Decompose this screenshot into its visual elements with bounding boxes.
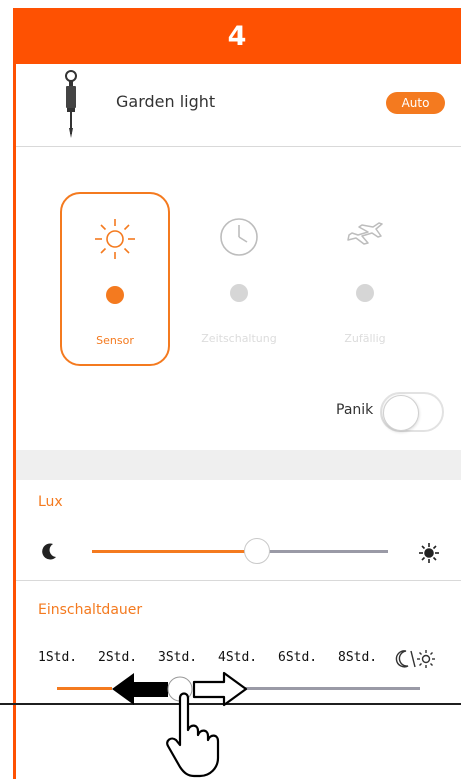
panic-toggle[interactable] xyxy=(380,392,444,432)
lux-section-title: Lux xyxy=(38,494,63,510)
mode-sensor[interactable]: Sensor xyxy=(60,192,170,366)
airplane-icon xyxy=(342,214,388,264)
divider xyxy=(16,580,461,581)
lux-slider-thumb[interactable] xyxy=(244,538,270,564)
auto-mode-badge[interactable]: Auto xyxy=(386,92,445,114)
divider xyxy=(16,146,461,147)
left-accent-bar xyxy=(13,64,16,779)
device-name: Garden light xyxy=(116,92,216,111)
mode-label: Zeitschaltung xyxy=(201,332,277,345)
mode-label: Sensor xyxy=(96,334,134,347)
hand-pointer-icon xyxy=(166,692,220,778)
device-row[interactable]: Garden light Auto xyxy=(16,64,461,146)
duration-slider-track[interactable] xyxy=(238,687,420,690)
lux-slider-track[interactable] xyxy=(257,550,388,553)
sun-icon xyxy=(418,542,440,568)
arrow-right-icon xyxy=(192,671,248,707)
duration-option-4h[interactable]: 4Std. xyxy=(218,650,257,665)
duration-option-1h[interactable]: 1Std. xyxy=(38,650,77,665)
panic-label: Panik xyxy=(336,402,374,418)
step-header: 4 xyxy=(13,8,461,64)
clock-icon xyxy=(216,214,262,264)
lux-slider-fill xyxy=(92,550,257,553)
duration-option-2h[interactable]: 2Std. xyxy=(98,650,137,665)
mode-indicator-dot xyxy=(106,286,124,304)
mode-indicator-dot xyxy=(230,284,248,302)
duration-section-title: Einschaltdauer xyxy=(38,602,143,618)
duration-option-8h[interactable]: 8Std. xyxy=(338,650,377,665)
section-separator xyxy=(16,450,461,480)
sun-icon xyxy=(92,216,138,266)
toggle-knob xyxy=(383,395,419,431)
mode-label: Zufällig xyxy=(344,332,386,345)
mode-zeitschaltung[interactable]: Zeitschaltung xyxy=(184,192,294,366)
night-day-icon[interactable] xyxy=(394,648,436,674)
duration-slider-fill xyxy=(57,687,112,690)
mode-zufaellig[interactable]: Zufällig xyxy=(310,192,420,366)
duration-option-6h[interactable]: 6Std. xyxy=(278,650,317,665)
moon-icon xyxy=(42,542,58,564)
garden-light-icon xyxy=(60,68,82,144)
swipe-gesture-overlay xyxy=(110,670,260,783)
mode-indicator-dot xyxy=(356,284,374,302)
step-number: 4 xyxy=(227,20,247,52)
duration-option-3h[interactable]: 3Std. xyxy=(158,650,197,665)
arrow-left-icon xyxy=(112,673,168,705)
